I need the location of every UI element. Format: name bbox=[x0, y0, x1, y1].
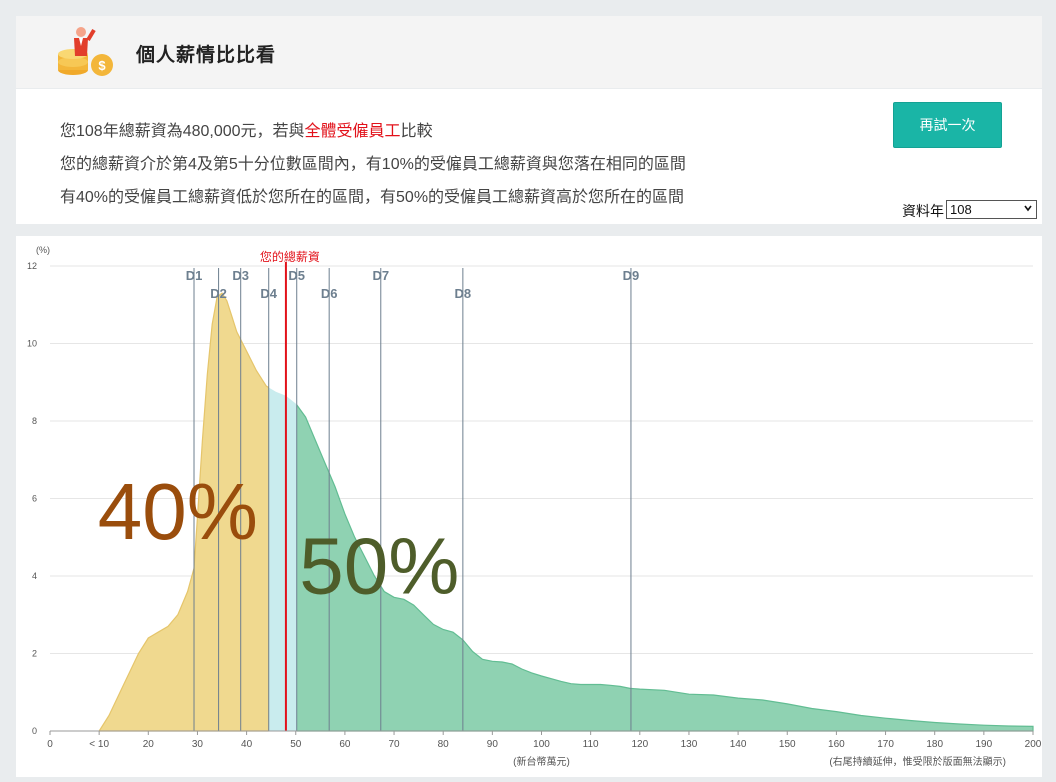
y-tick-label: 8 bbox=[32, 416, 37, 426]
x-tick-label: 40 bbox=[241, 739, 253, 750]
summary-line-3: 有40%的受僱員工總薪資低於您所在的區間，有50%的受僱員工總薪資高於您所在的區… bbox=[60, 189, 685, 206]
x-tick-label: < 10 bbox=[89, 739, 109, 750]
year-select[interactable]: 108 bbox=[946, 200, 1037, 219]
summary-line-2: 您的總薪資介於第4及第5十分位數區間內，有10%的受僱員工總薪資與您落在相同的區… bbox=[60, 156, 686, 173]
x-tick-label: 140 bbox=[730, 739, 747, 750]
y-tick-label: 0 bbox=[32, 726, 37, 736]
x-tick-label: 180 bbox=[926, 739, 943, 750]
svg-text:$: $ bbox=[98, 58, 106, 73]
decile-label: D8 bbox=[455, 286, 472, 301]
decile-label: D7 bbox=[372, 268, 389, 283]
x-tick-label: 20 bbox=[143, 739, 155, 750]
summary-line-1: 您108年總薪資為480,000元，若與全體受僱員工比較 bbox=[60, 117, 433, 141]
page-header: $ 個人薪情比比看 bbox=[16, 16, 1042, 88]
x-tick-label: 160 bbox=[828, 739, 845, 750]
higher-percent-label: 50% bbox=[299, 521, 459, 610]
salary-marker-label: 您的總薪資 bbox=[260, 249, 320, 264]
x-tick-label: 80 bbox=[438, 739, 450, 750]
salary-distribution-chart: D1 D2 D3 D4 D5 D6 D7 D8 D9 您的總薪資 0 2 4 6 8 10 12 (%) 0 < 1… bbox=[27, 245, 1042, 768]
x-tick-label: 150 bbox=[779, 739, 796, 750]
chart-note: (右尾持續延伸，惟受限於版面無法顯示) bbox=[829, 755, 1006, 768]
x-tick-label: 110 bbox=[583, 739, 599, 750]
y-tick-label: 2 bbox=[32, 649, 37, 659]
x-tick-label: 190 bbox=[976, 739, 993, 750]
x-tick-label: 100 bbox=[533, 739, 550, 750]
x-tick-label: 0 bbox=[47, 739, 53, 750]
money-person-icon: $ bbox=[58, 27, 113, 76]
chevron-down-icon bbox=[1024, 205, 1032, 212]
decile-label: D6 bbox=[321, 286, 338, 301]
y-axis-label: (%) bbox=[36, 245, 50, 255]
x-axis-label: (新台幣萬元) bbox=[513, 755, 570, 768]
lower-percent-label: 40% bbox=[98, 467, 258, 556]
x-tick-label: 90 bbox=[487, 739, 499, 750]
x-tick-label: 200 bbox=[1025, 739, 1042, 750]
y-tick-label: 10 bbox=[27, 339, 37, 349]
y-tick-label: 4 bbox=[32, 571, 37, 581]
summary-line-1-pre: 您108年總薪資為480,000元，若與 bbox=[60, 123, 305, 140]
decile-label: D1 bbox=[186, 268, 203, 283]
result-summary: 您108年總薪資為480,000元，若與全體受僱員工比較 您的總薪資介於第4及第… bbox=[16, 89, 1042, 224]
y-tick-label: 6 bbox=[32, 494, 37, 504]
year-label: 資料年 bbox=[902, 203, 944, 219]
decile-label: D3 bbox=[232, 268, 249, 283]
page-title: 個人薪情比比看 bbox=[136, 45, 277, 66]
chart-card: D1 D2 D3 D4 D5 D6 D7 D8 D9 您的總薪資 0 2 4 6 8 10 12 (%) 0 < 1… bbox=[16, 236, 1042, 777]
x-tick-label: 170 bbox=[877, 739, 894, 750]
y-tick-label: 12 bbox=[27, 261, 37, 271]
year-select-value: 108 bbox=[950, 202, 972, 217]
x-tick-label: 130 bbox=[681, 739, 698, 750]
comparison-group: 全體受僱員工 bbox=[304, 123, 401, 140]
decile-label: D2 bbox=[210, 286, 227, 301]
x-tick-label: 60 bbox=[339, 739, 351, 750]
x-tick-label: 50 bbox=[290, 739, 302, 750]
x-tick-label: 120 bbox=[631, 739, 648, 750]
decile-label: D5 bbox=[288, 268, 305, 283]
retry-button[interactable]: 再試一次 bbox=[893, 102, 1002, 148]
summary-line-1-post: 比較 bbox=[400, 123, 433, 140]
x-tick-label: 70 bbox=[388, 739, 400, 750]
decile-label: D9 bbox=[623, 268, 640, 283]
decile-label: D4 bbox=[260, 286, 277, 301]
x-tick-label: 30 bbox=[192, 739, 204, 750]
